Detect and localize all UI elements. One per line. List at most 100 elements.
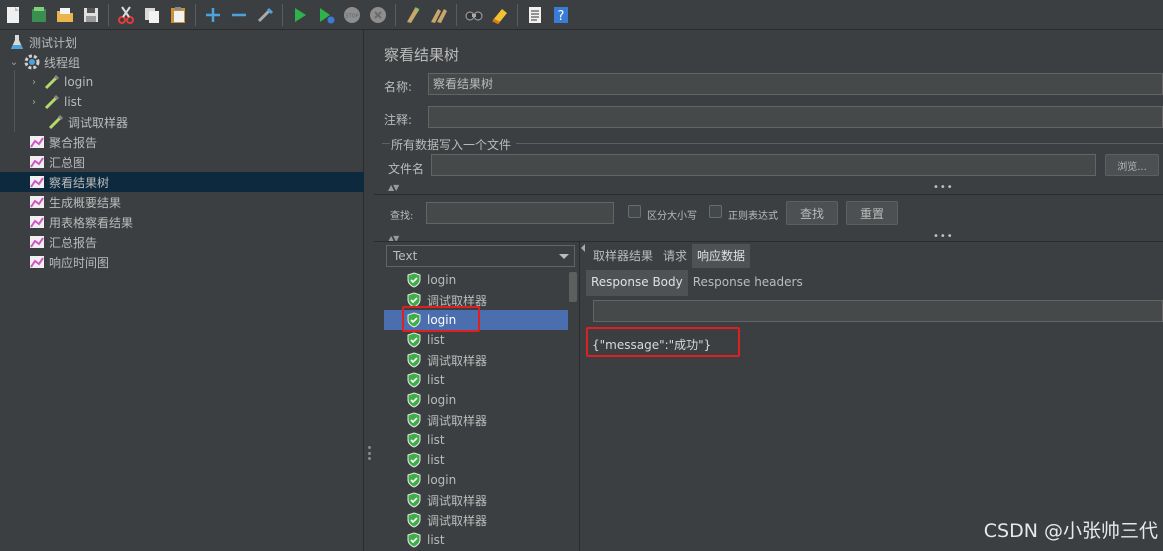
tree-item-debug-sampler[interactable]: 调试取样器	[0, 112, 364, 132]
search-icon[interactable]	[463, 4, 485, 26]
result-item[interactable]: list	[384, 370, 568, 390]
splitter-grip[interactable]	[368, 446, 371, 460]
thread-group-gear-icon	[24, 54, 40, 70]
result-item[interactable]: list	[384, 530, 568, 550]
result-item-label: login	[427, 273, 457, 287]
tree-item-label: 用表格察看结果	[49, 215, 134, 230]
listener-chart-icon	[29, 194, 45, 210]
listener-chart-icon	[29, 214, 45, 230]
collapse-icon[interactable]	[228, 4, 250, 26]
result-item[interactable]: 调试取样器	[384, 490, 568, 510]
new-icon[interactable]	[2, 4, 24, 26]
result-item-label: login	[427, 473, 457, 487]
start-icon[interactable]	[289, 4, 311, 26]
tree-item-summary-graph[interactable]: 汇总图	[0, 152, 364, 172]
result-item-label: list	[427, 333, 445, 347]
page-title: 察看结果树	[384, 46, 460, 64]
result-item[interactable]: 调试取样器	[384, 510, 568, 530]
templates-icon[interactable]	[28, 4, 50, 26]
reset-search-icon[interactable]	[489, 4, 511, 26]
expand-icon[interactable]	[202, 4, 224, 26]
result-item-label: list	[427, 453, 445, 467]
case-sensitive-checkbox[interactable]	[628, 205, 641, 218]
vertical-divider[interactable]	[579, 242, 580, 551]
drag-handle-icon[interactable]: •••	[933, 182, 954, 193]
response-subtabs: Response Body Response headers	[586, 270, 808, 296]
clear-icon[interactable]	[402, 4, 424, 26]
save-icon[interactable]	[80, 4, 102, 26]
tab-sampler-result[interactable]: 取样器结果	[588, 244, 658, 268]
success-shield-icon	[406, 332, 422, 348]
shutdown-icon[interactable]	[367, 4, 389, 26]
tree-item-login[interactable]: › login	[0, 72, 364, 92]
tab-response-body[interactable]: Response Body	[586, 270, 688, 296]
regex-checkbox[interactable]	[709, 205, 722, 218]
file-name-field[interactable]	[431, 154, 1096, 176]
tab-response-data[interactable]: 响应数据	[692, 244, 751, 268]
listener-chart-icon	[29, 134, 45, 150]
paste-icon[interactable]	[167, 4, 189, 26]
search-label: 查找:	[390, 211, 414, 222]
open-icon[interactable]	[54, 4, 76, 26]
function-helper-icon[interactable]	[524, 4, 546, 26]
tree-item-summary-report[interactable]: 汇总报告	[0, 232, 364, 252]
start-no-pause-icon[interactable]	[315, 4, 337, 26]
tree-item-view-results-tree[interactable]: 察看结果树	[0, 172, 364, 192]
tree-item-list[interactable]: › list	[0, 92, 364, 112]
sampler-pipette-icon	[48, 114, 64, 130]
search-input[interactable]	[426, 202, 614, 224]
toolbar-separator	[456, 3, 457, 26]
find-button[interactable]: 查找	[786, 201, 838, 225]
tree-item-response-time-graph[interactable]: 响应时间图	[0, 252, 364, 272]
result-item[interactable]: list	[384, 330, 568, 350]
tree-item-test-plan[interactable]: 测试计划	[0, 32, 364, 52]
results-scrollbar[interactable]	[568, 270, 578, 551]
result-item[interactable]: 调试取样器	[384, 410, 568, 430]
result-item[interactable]: login	[384, 470, 568, 490]
listener-chart-icon	[29, 174, 45, 190]
toolbar-separator	[282, 3, 283, 26]
collapse-left-icon[interactable]	[581, 244, 585, 252]
chevron-right-icon[interactable]: ›	[28, 97, 40, 108]
tab-response-headers[interactable]: Response headers	[688, 270, 808, 296]
case-sensitive-label: 区分大小写	[647, 211, 697, 222]
renderer-select[interactable]: Text	[386, 245, 575, 267]
panel-splitter[interactable]	[364, 30, 374, 551]
result-item-label: 调试取样器	[427, 513, 488, 528]
highlight-box	[586, 327, 740, 357]
listener-chart-icon	[29, 234, 45, 250]
success-shield-icon	[406, 492, 422, 508]
cut-icon[interactable]	[115, 4, 137, 26]
results-scrollbar-thumb[interactable]	[569, 272, 577, 302]
tab-request[interactable]: 请求	[658, 244, 692, 268]
tree-item-label: 线程组	[44, 55, 81, 70]
copy-icon[interactable]	[141, 4, 163, 26]
tree-item-summary-results[interactable]: 生成概要结果	[0, 192, 364, 212]
tree-item-label: 调试取样器	[68, 115, 129, 130]
name-field[interactable]: 察看结果树	[428, 73, 1163, 95]
stop-icon[interactable]: STOP	[341, 4, 363, 26]
result-item[interactable]: list	[384, 450, 568, 470]
response-search-field[interactable]	[593, 300, 1163, 322]
collapse-handle-icon[interactable]: ▲▼	[388, 183, 399, 192]
result-item[interactable]: login	[384, 390, 568, 410]
success-shield-icon	[406, 512, 422, 528]
success-shield-icon	[406, 272, 422, 288]
result-item[interactable]: 调试取样器	[384, 350, 568, 370]
success-shield-icon	[406, 532, 422, 548]
comment-field[interactable]	[428, 106, 1163, 128]
help-icon[interactable]: ?	[550, 4, 572, 26]
clear-all-icon[interactable]	[428, 4, 450, 26]
result-item[interactable]: list	[384, 430, 568, 450]
reset-button[interactable]: 重置	[846, 201, 898, 225]
file-group-label: 所有数据写入一个文件	[391, 138, 512, 152]
tree-item-aggregate-report[interactable]: 聚合报告	[0, 132, 364, 152]
toggle-icon[interactable]	[254, 4, 276, 26]
result-item[interactable]: login	[384, 270, 568, 290]
tree-item-label: 汇总图	[49, 155, 86, 170]
browse-button[interactable]: 浏览...	[1105, 154, 1159, 176]
tree-item-view-results-table[interactable]: 用表格察看结果	[0, 212, 364, 232]
chevron-down-icon[interactable]: ⌄	[8, 57, 20, 68]
tree-item-thread-group[interactable]: ⌄ 线程组	[0, 52, 364, 72]
chevron-right-icon[interactable]: ›	[28, 77, 40, 88]
